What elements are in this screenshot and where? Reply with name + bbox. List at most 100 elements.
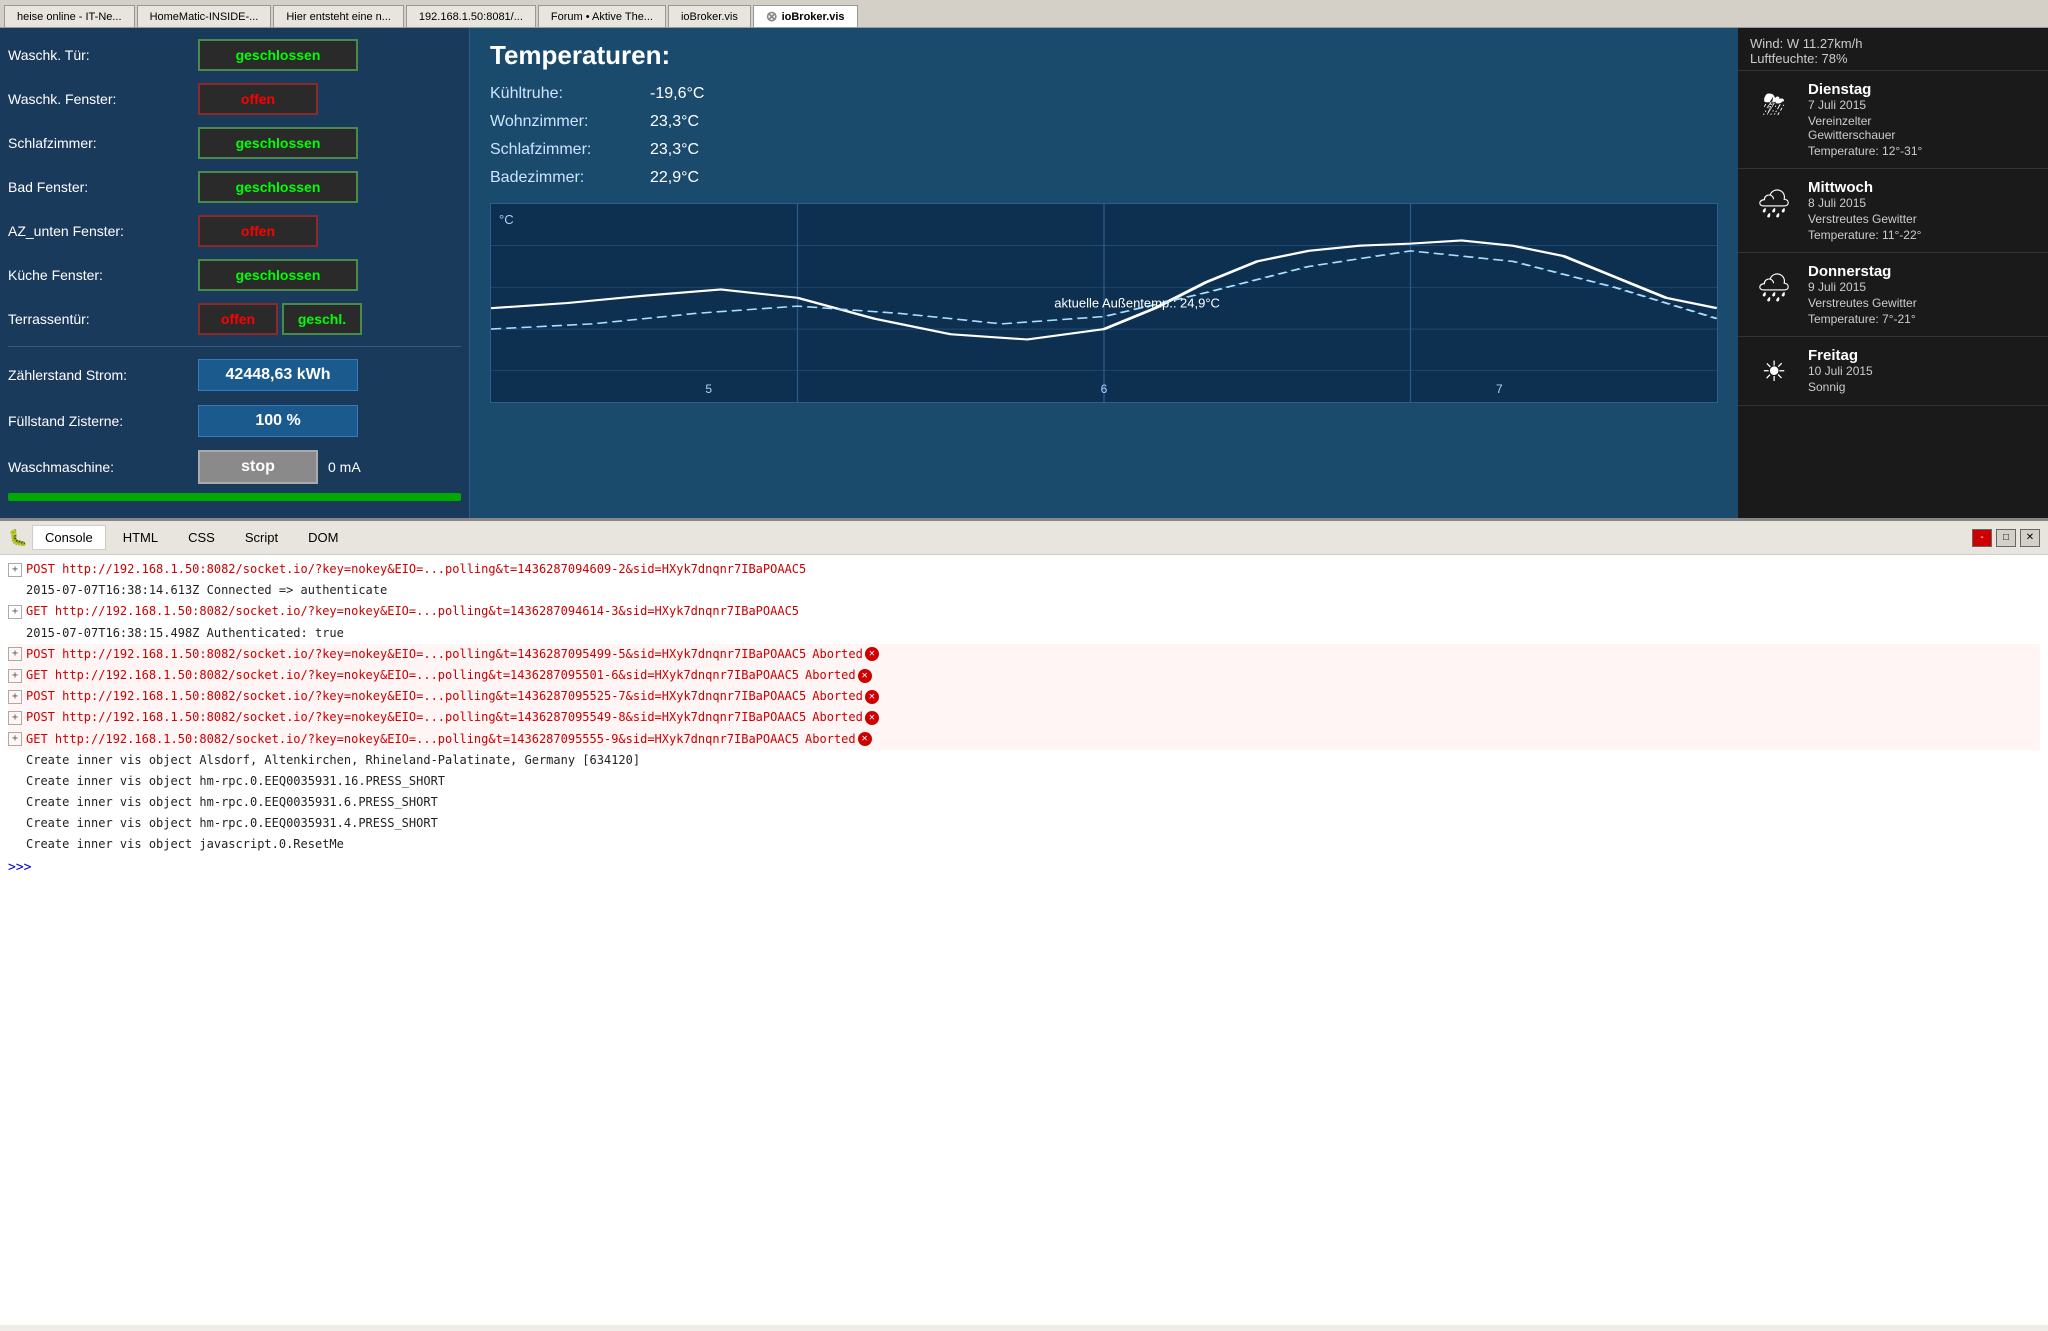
waschk-tuer-btn[interactable]: geschlossen [198,39,358,71]
terrassentuer-label: Terrassentür: [8,311,198,327]
log-line-13: Create inner vis object hm-rpc.0.EEQ0035… [8,813,2040,834]
tab-4[interactable]: 192.168.1.50:8081/... [406,5,536,27]
expand-icon-6[interactable]: + [8,669,22,683]
devtools-header: 🐛 Console HTML CSS Script DOM - □ ✕ [0,521,2048,555]
tab-6[interactable]: ioBroker.vis [668,5,751,27]
az-unten-row: AZ_unten Fenster: offen [8,212,461,250]
log-method-9: GET http://192.168.1.50:8082/socket.io/?… [26,730,799,749]
log-line-8: + POST http://192.168.1.50:8082/socket.i… [8,707,2040,728]
schlafzimmer-temp-row: Schlafzimmer: 23,3°C [490,141,1718,159]
weather-donnerstag-temp: Temperature: 7°-21° [1808,312,2036,326]
log-line-7: + POST http://192.168.1.50:8082/socket.i… [8,686,2040,707]
badezimmer-value: 22,9°C [650,169,699,187]
expand-icon-8[interactable]: + [8,711,22,725]
browser-tabs: heise online - IT-Ne... HomeMatic-INSIDE… [0,0,2048,28]
tab-7-active[interactable]: ⊗ ioBroker.vis [753,5,858,27]
log-text-4: 2015-07-07T16:38:15.498Z Authenticated: … [26,624,344,643]
tab-3[interactable]: Hier entsteht eine n... [273,5,404,27]
weather-mittwoch-info: Mittwoch 8 Juli 2015 Verstreutes Gewitte… [1808,179,2036,242]
devtools-restore-btn[interactable]: □ [1996,529,2016,547]
weather-donnerstag-name: Donnerstag [1808,263,2036,280]
wohnzimmer-name: Wohnzimmer: [490,113,650,131]
log-method-6: GET http://192.168.1.50:8082/socket.io/?… [26,666,799,685]
main-content: Waschk. Tür: geschlossen Waschk. Fenster… [0,28,2048,518]
log-method-3: GET http://192.168.1.50:8082/socket.io/?… [26,602,799,621]
devtools-logo-icon: 🐛 [8,528,28,548]
no-expand-14 [8,835,26,854]
weather-mittwoch-date: 8 Juli 2015 [1808,196,2036,210]
log-line-14: Create inner vis object javascript.0.Res… [8,834,2040,855]
abort-icon-8: ✕ [865,711,879,725]
log-text-14: Create inner vis object javascript.0.Res… [26,835,344,854]
weather-freitag: ☀ Freitag 10 Juli 2015 Sonnig [1738,337,2048,406]
devtools-tab-console[interactable]: Console [32,525,106,550]
abort-icon-5: ✕ [865,647,879,661]
weather-donnerstag-desc: Verstreutes Gewitter [1808,296,2036,310]
waschk-fenster-btn[interactable]: offen [198,83,318,115]
terrassentuer-row: Terrassentür: offen geschl. [8,300,461,338]
weather-wind-humidity: Wind: W 11.27km/h Luftfeuchte: 78% [1738,28,2048,71]
aborted-badge-8: Aborted [812,708,863,727]
log-line-11: Create inner vis object hm-rpc.0.EEQ0035… [8,771,2040,792]
devtools-console[interactable]: + POST http://192.168.1.50:8082/socket.i… [0,555,2048,1325]
temperatures-title: Temperaturen: [490,40,1718,71]
center-panel: Temperaturen: Kühltruhe: -19,6°C Wohnzim… [470,28,1738,518]
weather-mittwoch-desc: Verstreutes Gewitter [1808,212,2036,226]
log-line-10: Create inner vis object Alsdorf, Altenki… [8,750,2040,771]
humidity-line: Luftfeuchte: 78% [1750,51,2036,66]
tab-close-icon[interactable]: ⊗ [766,8,778,25]
weather-mittwoch: 🌧 Mittwoch 8 Juli 2015 Verstreutes Gewit… [1738,169,2048,253]
log-text-10: Create inner vis object Alsdorf, Altenki… [26,751,640,770]
log-method-5: POST http://192.168.1.50:8082/socket.io/… [26,645,806,664]
bad-fenster-btn[interactable]: geschlossen [198,171,358,203]
expand-icon-7[interactable]: + [8,690,22,704]
fuellstand-value: 100 % [198,405,358,437]
abort-icon-6: ✕ [858,669,872,683]
devtools-tab-script[interactable]: Script [232,525,291,550]
chart-y-label: °C [499,212,514,227]
aborted-badge-6: Aborted [805,666,856,685]
badezimmer-name: Badezimmer: [490,169,650,187]
terrassentuer-offen-btn[interactable]: offen [198,303,278,335]
waschmaschine-label: Waschmaschine: [8,459,198,475]
expand-icon-5[interactable]: + [8,647,22,661]
waschk-fenster-label: Waschk. Fenster: [8,91,198,107]
terrassentuer-geschl-btn[interactable]: geschl. [282,303,362,335]
devtools-tab-html[interactable]: HTML [110,525,171,550]
log-line-5: + POST http://192.168.1.50:8082/socket.i… [8,644,2040,665]
expand-icon-1[interactable]: + [8,563,22,577]
devtools-tab-css[interactable]: CSS [175,525,228,550]
weather-donnerstag-date: 9 Juli 2015 [1808,280,2036,294]
tab-2[interactable]: HomeMatic-INSIDE-... [137,5,272,27]
waschmaschine-ma: 0 mA [328,459,361,475]
schlafzimmer-label: Schlafzimmer: [8,135,198,151]
zaehlerstand-row: Zählerstand Strom: 42448,63 kWh [8,355,461,395]
kuehltruhe-row: Kühltruhe: -19,6°C [490,85,1718,103]
log-method-1: POST http://192.168.1.50:8082/socket.io/… [26,560,806,579]
log-line-2: 2015-07-07T16:38:14.613Z Connected => au… [8,580,2040,601]
devtools-close-btn[interactable]: ✕ [2020,529,2040,547]
green-bar [8,493,461,501]
waschmaschine-stop-btn[interactable]: stop [198,450,318,484]
expand-icon-3[interactable]: + [8,605,22,619]
schlafzimmer-btn[interactable]: geschlossen [198,127,358,159]
weather-dienstag-icon: ⛈ [1750,81,1798,129]
console-prompt[interactable]: >>> [8,856,2040,875]
az-unten-btn[interactable]: offen [198,215,318,247]
schlafzimmer-row: Schlafzimmer: geschlossen [8,124,461,162]
weather-donnerstag: 🌧 Donnerstag 9 Juli 2015 Verstreutes Gew… [1738,253,2048,337]
kueche-fenster-btn[interactable]: geschlossen [198,259,358,291]
devtools-minimize-btn[interactable]: - [1972,529,1992,547]
devtools-tab-dom[interactable]: DOM [295,525,351,550]
weather-mittwoch-name: Mittwoch [1808,179,2036,196]
expand-icon-9[interactable]: + [8,732,22,746]
tab-1[interactable]: heise online - IT-Ne... [4,5,135,27]
weather-dienstag-info: Dienstag 7 Juli 2015 VereinzelterGewitte… [1808,81,2036,158]
waschmaschine-row: Waschmaschine: stop 0 mA [8,447,461,487]
no-expand-13 [8,814,26,833]
tab-5[interactable]: Forum • Aktive The... [538,5,666,27]
log-text-11: Create inner vis object hm-rpc.0.EEQ0035… [26,772,445,791]
chart-x-label-7: 7 [1496,382,1503,396]
aborted-badge-5: Aborted [812,645,863,664]
az-unten-label: AZ_unten Fenster: [8,223,198,239]
